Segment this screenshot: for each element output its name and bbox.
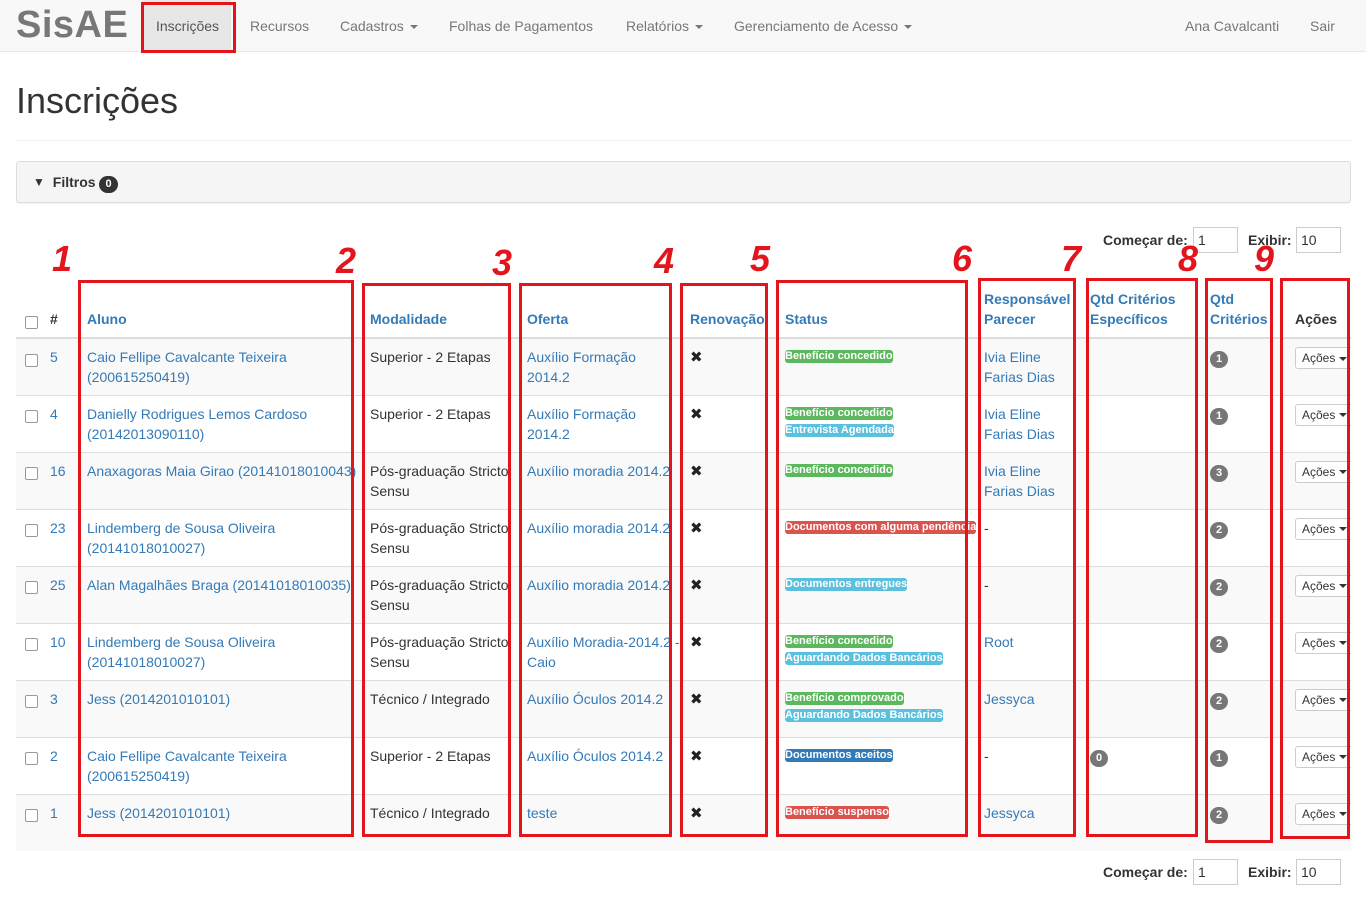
nav-item-folhas[interactable]: Folhas de Pagamentos [449, 0, 593, 52]
row-num-link[interactable]: 1 [50, 805, 58, 821]
select-all-checkbox[interactable] [24, 315, 38, 329]
row-select-cell [16, 622, 46, 680]
row-num-link[interactable]: 5 [50, 349, 58, 365]
row-num-link[interactable]: 25 [50, 577, 66, 593]
annotation-box-renovacao [680, 283, 768, 837]
row-checkbox[interactable] [24, 524, 38, 538]
annotation-number: 6 [952, 238, 973, 279]
caret-down-icon [695, 25, 704, 30]
annotation-box-acoes [1280, 278, 1350, 839]
filters-toggle[interactable]: ▼ Filtros 0 [33, 174, 118, 193]
nav-item-relatorios-label: Relatórios [626, 18, 690, 34]
nav-item-cadastros-label: Cadastros [340, 18, 404, 34]
row-select-cell [16, 736, 46, 794]
row-checkbox[interactable] [24, 695, 38, 709]
annotation-number: 8 [1178, 238, 1199, 279]
row-select-cell [16, 451, 46, 509]
row-select-cell [16, 793, 46, 851]
caret-down-icon [904, 25, 913, 30]
row-checkbox[interactable] [24, 809, 38, 823]
annotation-number: 5 [750, 238, 771, 279]
filters-count-badge: 0 [99, 176, 118, 193]
annotation-box-nav [141, 2, 236, 53]
annotation-number: 1 [52, 238, 73, 279]
nav-item-recursos[interactable]: Recursos [250, 0, 309, 52]
start-from-label: Começar de: [1103, 232, 1188, 248]
row-checkbox[interactable] [24, 752, 38, 766]
row-checkbox[interactable] [24, 467, 38, 481]
row-num-link[interactable]: 3 [50, 691, 58, 707]
row-num-link[interactable]: 10 [50, 634, 66, 650]
row-select-cell [16, 565, 46, 623]
row-checkbox[interactable] [24, 410, 38, 424]
row-select-cell [16, 679, 46, 737]
divider [16, 140, 1351, 141]
row-num-link[interactable]: 2 [50, 748, 58, 764]
annotation-number: 2 [336, 240, 357, 281]
annotation-box-aluno [78, 280, 354, 837]
row-num-link[interactable]: 16 [50, 463, 66, 479]
row-select-cell [16, 508, 46, 566]
nav-item-relatorios[interactable]: Relatórios [626, 0, 704, 52]
start-from-input[interactable] [1193, 227, 1238, 253]
annotation-box-modalidade [362, 283, 511, 837]
row-select-cell [16, 394, 46, 452]
show-label-bottom: Exibir: [1248, 864, 1292, 880]
row-select-cell [16, 337, 46, 395]
annotation-box-qtd-especificos [1086, 278, 1198, 837]
row-checkbox[interactable] [24, 353, 38, 367]
start-from-input-bottom[interactable] [1193, 859, 1238, 885]
nav-item-gerenciamento[interactable]: Gerenciamento de Acesso [734, 0, 913, 52]
row-checkbox[interactable] [24, 581, 38, 595]
filters-panel[interactable]: ▼ Filtros 0 [16, 161, 1351, 203]
show-input-bottom[interactable] [1296, 859, 1341, 885]
chevron-down-icon: ▼ [33, 175, 45, 189]
row-num-link[interactable]: 4 [50, 406, 58, 422]
nav-user[interactable]: Ana Cavalcanti [1185, 0, 1279, 52]
nav-item-cadastros[interactable]: Cadastros [340, 0, 418, 52]
annotation-number: 9 [1254, 238, 1275, 279]
annotation-box-responsavel [978, 278, 1076, 837]
nav-item-gerenciamento-label: Gerenciamento de Acesso [734, 18, 899, 34]
show-input[interactable] [1296, 227, 1341, 253]
caret-down-icon [409, 25, 418, 30]
annotation-number: 7 [1061, 238, 1082, 279]
page-title: Inscrições [16, 80, 179, 121]
annotation-box-qtd-criterios [1205, 278, 1273, 843]
brand-logo[interactable]: SisAE [16, 4, 128, 47]
logout-link[interactable]: Sair [1310, 0, 1335, 52]
annotation-box-oferta [519, 283, 672, 837]
start-from-label-bottom: Começar de: [1103, 864, 1188, 880]
row-checkbox[interactable] [24, 638, 38, 652]
select-all-cell [16, 280, 46, 339]
annotation-number: 3 [492, 242, 513, 283]
annotation-number: 4 [654, 240, 675, 281]
annotation-box-status [776, 280, 968, 837]
filters-label: Filtros [52, 174, 96, 190]
row-num-link[interactable]: 23 [50, 520, 66, 536]
